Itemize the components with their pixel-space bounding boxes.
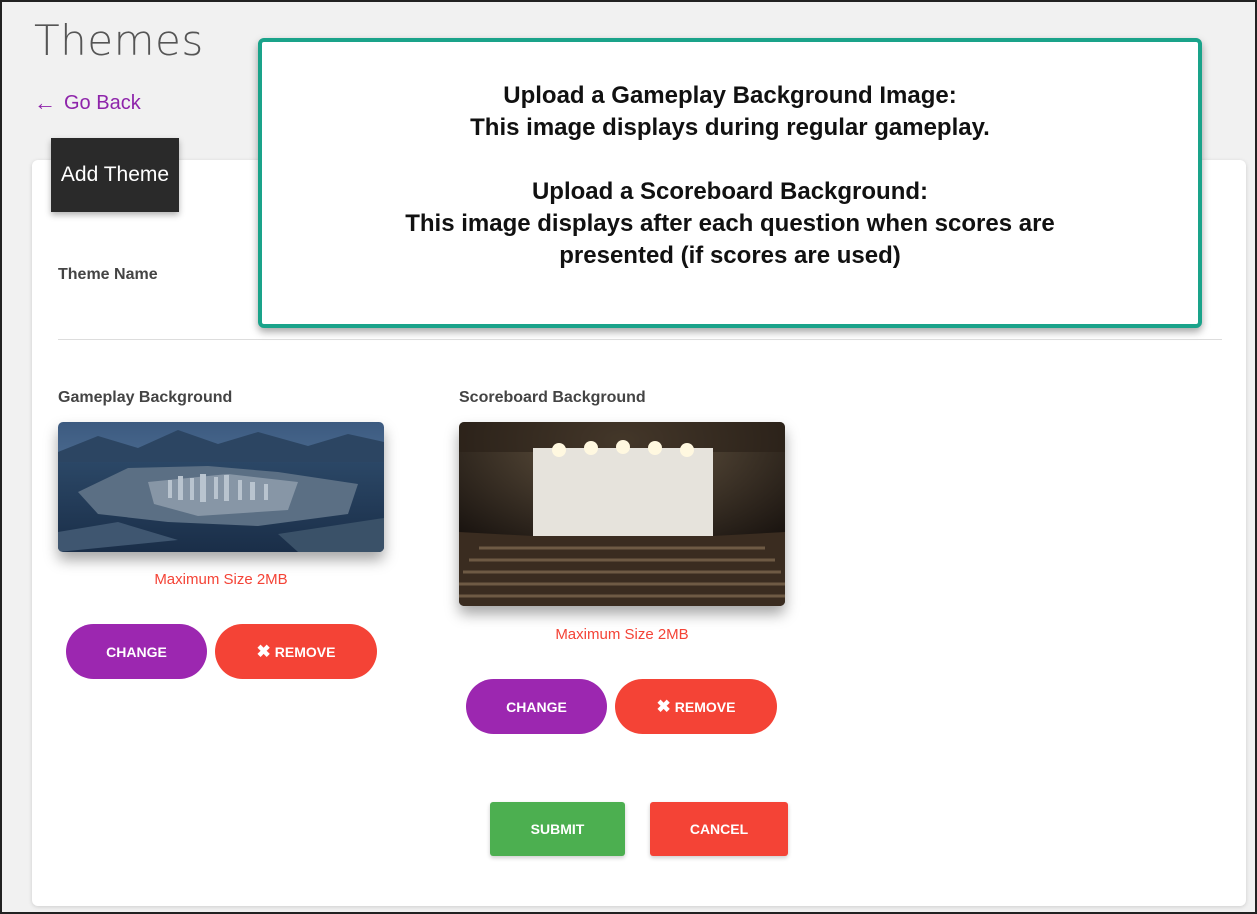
scoreboard-background-label: Scoreboard Background — [459, 389, 646, 406]
scoreboard-background-image — [459, 422, 785, 606]
instruction-callout: Upload a Gameplay Background Image: This… — [258, 38, 1202, 328]
gameplay-remove-button[interactable]: ✖ REMOVE — [215, 624, 377, 679]
gameplay-background-image — [58, 422, 384, 552]
arrow-left-icon: ← — [34, 90, 56, 115]
gameplay-change-button[interactable]: CHANGE — [66, 624, 207, 679]
scoreboard-change-button[interactable]: CHANGE — [466, 679, 607, 734]
callout-line-5: presented (if scores are used) — [559, 242, 901, 269]
scoreboard-remove-label: REMOVE — [674, 698, 736, 715]
x-icon: ✖ — [256, 642, 271, 661]
callout-line-4: This image displays after each question … — [405, 210, 1055, 237]
gameplay-max-size-note: Maximum Size 2MB — [154, 571, 288, 588]
submit-button[interactable]: SUBMIT — [490, 802, 625, 856]
gameplay-background-label: Gameplay Background — [58, 389, 233, 406]
cancel-button[interactable]: CANCEL — [650, 802, 788, 856]
go-back-label: Go Back — [64, 91, 141, 114]
x-icon: ✖ — [656, 697, 671, 716]
gameplay-remove-label: REMOVE — [274, 643, 336, 660]
callout-line-2: This image displays during regular gamep… — [470, 114, 990, 141]
scoreboard-remove-button[interactable]: ✖ REMOVE — [615, 679, 777, 734]
callout-line-3: Upload a Scoreboard Background: — [531, 178, 929, 205]
scoreboard-max-size-note: Maximum Size 2MB — [555, 626, 689, 643]
theme-name-label: Theme Name — [58, 266, 158, 283]
page-title: Themes — [34, 16, 204, 65]
divider — [58, 339, 1222, 340]
go-back-link[interactable]: ← Go Back — [34, 90, 141, 116]
card-header: Add Theme — [51, 138, 179, 212]
callout-line-1: Upload a Gameplay Background Image: — [503, 82, 957, 109]
